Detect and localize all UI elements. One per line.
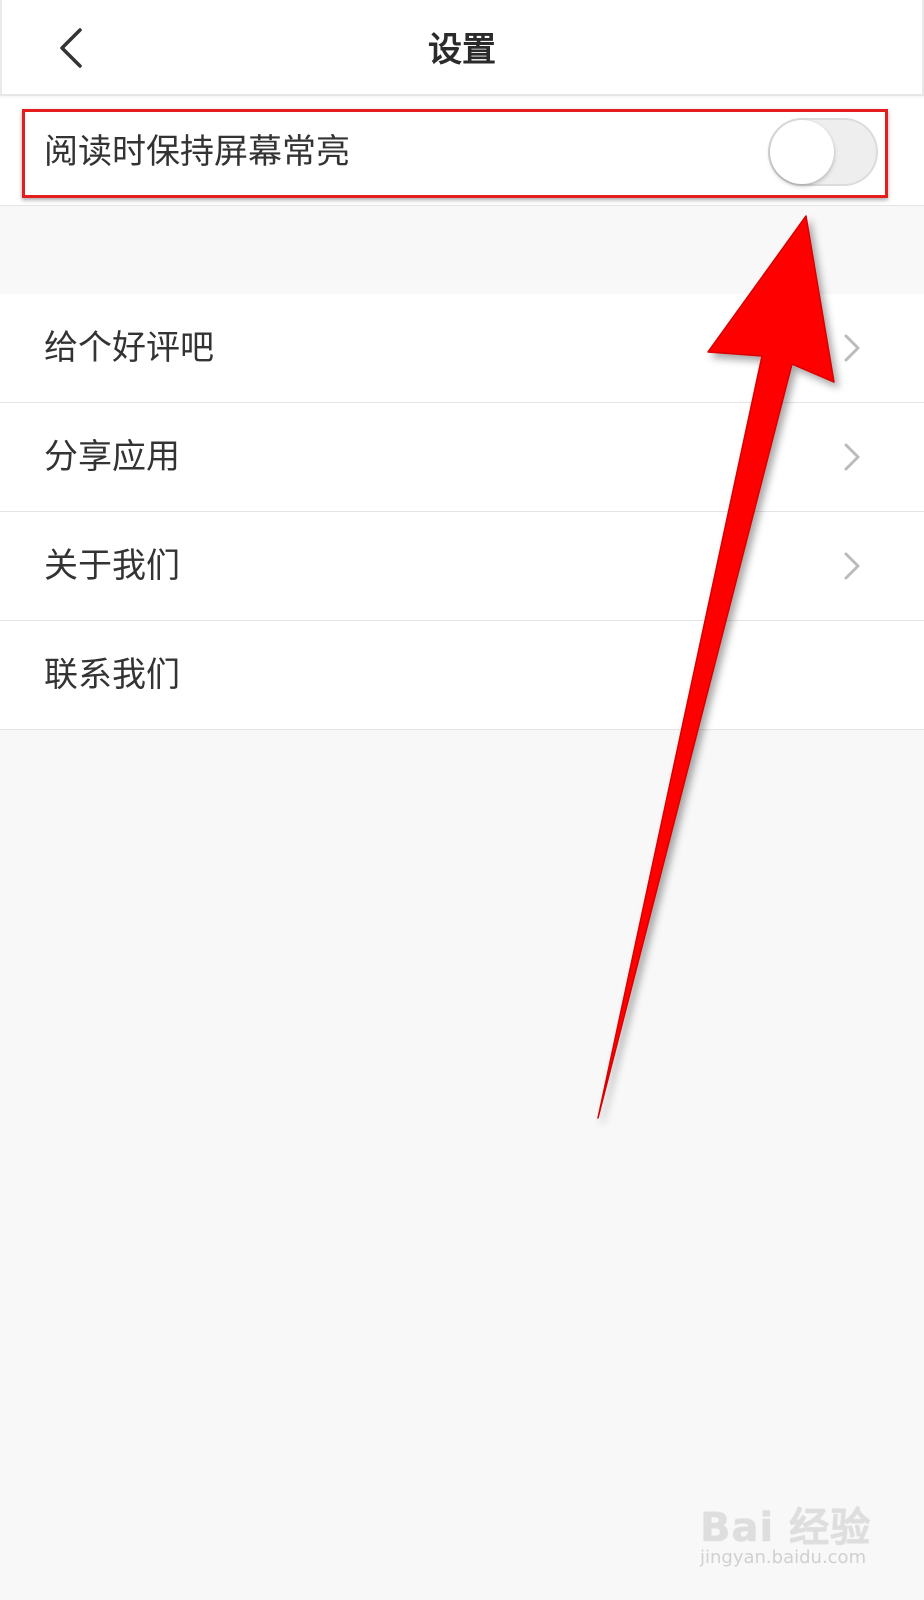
chevron-right-icon (844, 334, 860, 362)
toggle-knob (770, 120, 834, 184)
keep-screen-on-toggle[interactable] (768, 118, 878, 186)
menu-item-share-app[interactable]: 分享应用 (0, 403, 924, 512)
menu-item-contact-us[interactable]: 联系我们 (0, 621, 924, 730)
watermark-brand: Bai 经验 (700, 1505, 872, 1551)
menu-item-about-us[interactable]: 关于我们 (0, 512, 924, 621)
chevron-right-icon (844, 552, 860, 580)
chevron-right-icon (844, 443, 860, 471)
top-nav-bar: 设置 (0, 0, 924, 96)
menu-item-label: 关于我们 (44, 546, 180, 586)
menu-item-label: 给个好评吧 (44, 328, 214, 368)
annotation-arrow (597, 215, 835, 1119)
watermark-url: jingyan.baidu.com (700, 1547, 867, 1568)
menu-item-label: 联系我们 (44, 655, 180, 695)
keep-screen-on-label: 阅读时保持屏幕常亮 (44, 132, 350, 172)
menu-list: 给个好评吧 分享应用 关于我们 联系我们 (0, 294, 924, 730)
page-title: 设置 (428, 30, 496, 70)
baidu-jingyan-watermark: Bai 经验 jingyan.baidu.com (700, 1475, 880, 1575)
menu-item-rate-app[interactable]: 给个好评吧 (0, 294, 924, 403)
menu-item-label: 分享应用 (44, 437, 180, 477)
